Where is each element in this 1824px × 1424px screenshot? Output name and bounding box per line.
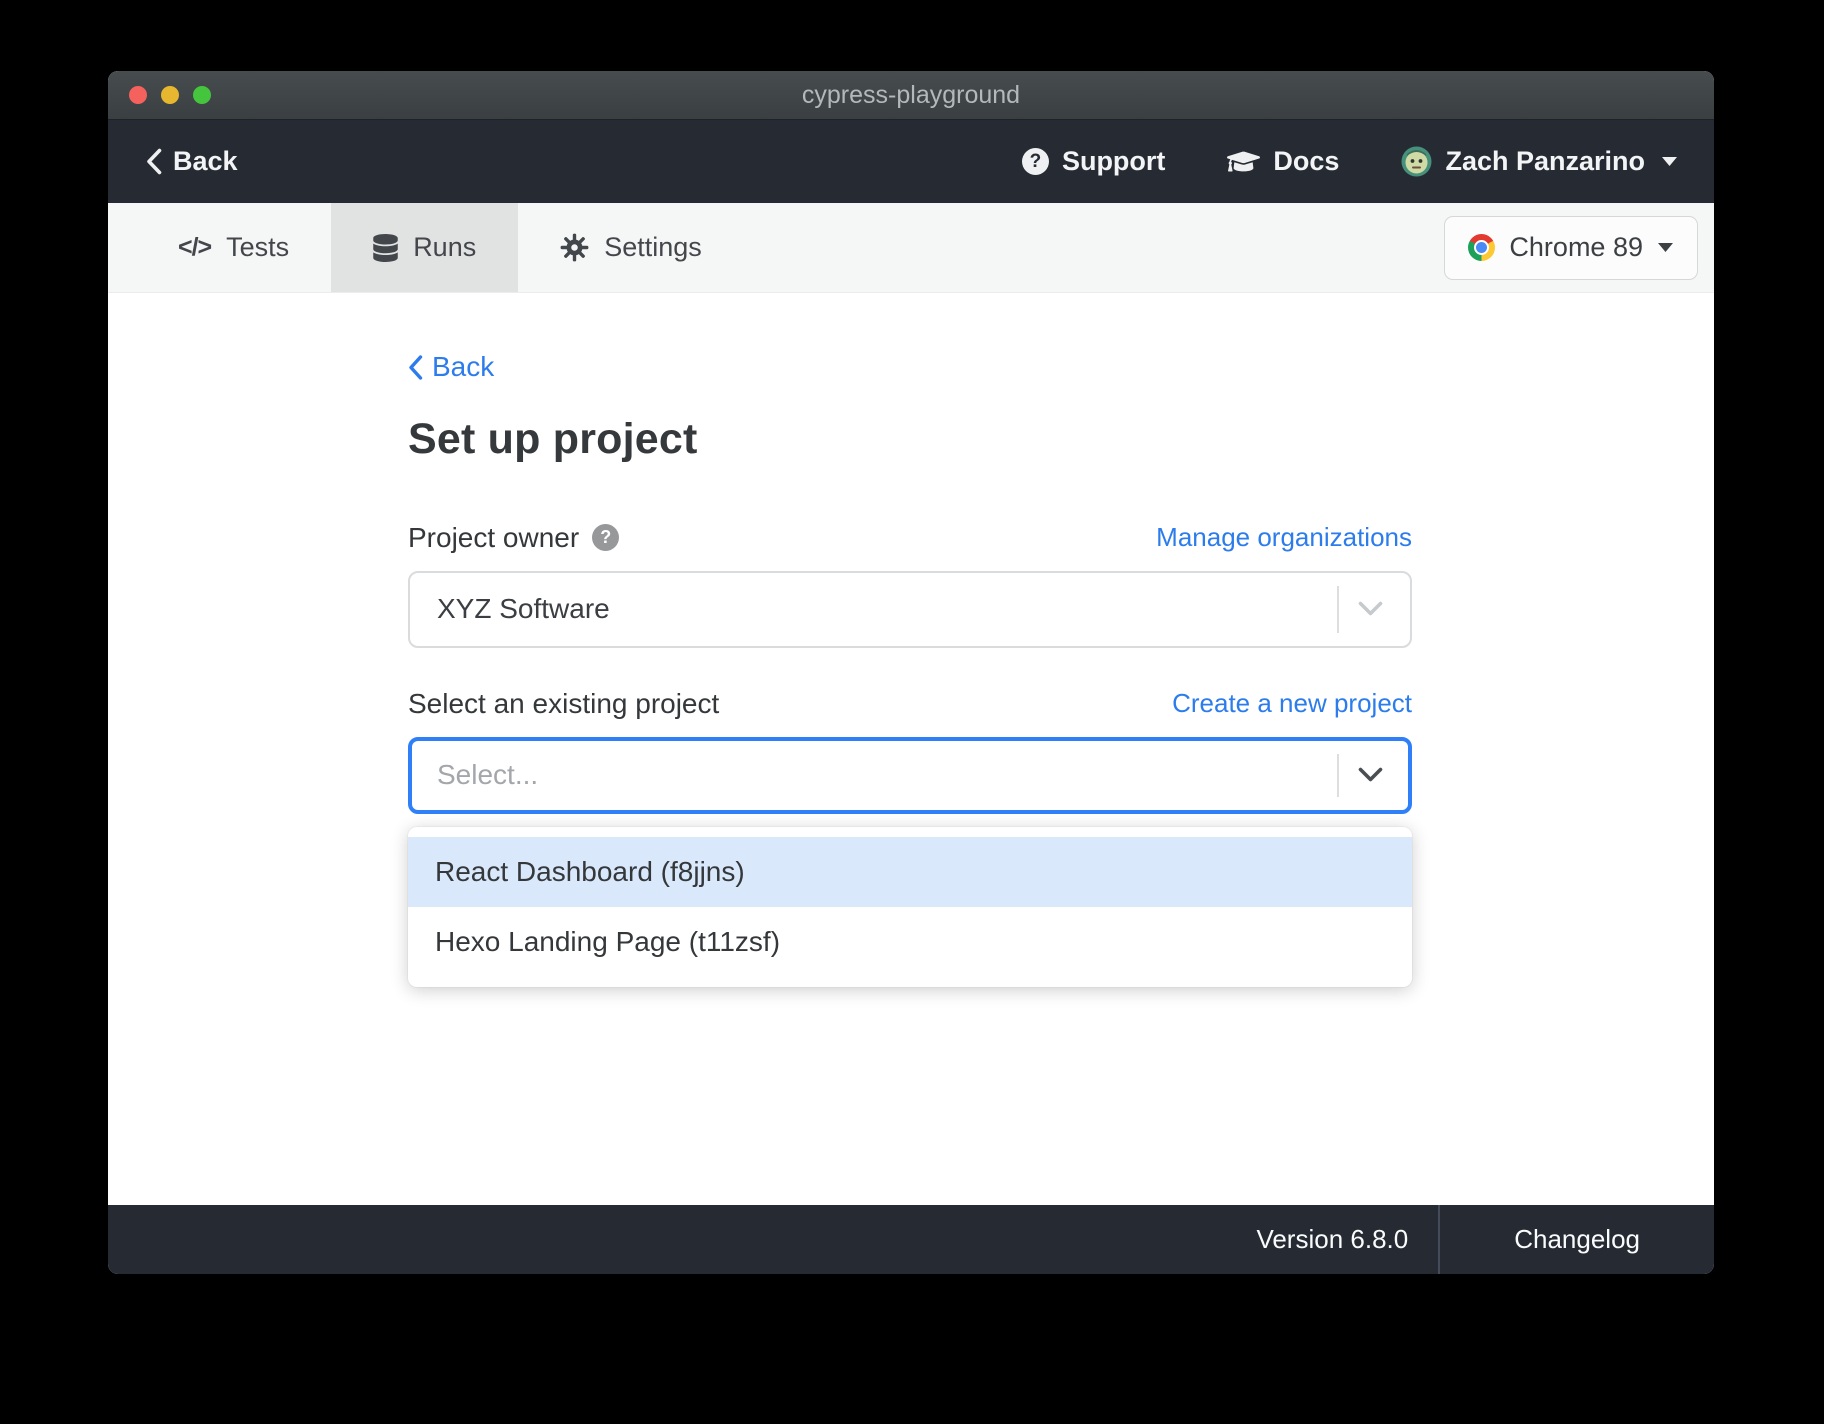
gear-icon bbox=[560, 233, 589, 262]
tab-settings[interactable]: Settings bbox=[518, 203, 744, 292]
support-label: Support bbox=[1062, 146, 1165, 177]
tab-runs-label: Runs bbox=[413, 232, 476, 263]
tab-tests[interactable]: </> Tests bbox=[136, 203, 331, 292]
chrome-icon bbox=[1468, 234, 1495, 261]
tab-runs[interactable]: Runs bbox=[331, 203, 518, 292]
question-circle-icon: ? bbox=[1022, 148, 1049, 175]
manage-organizations-link[interactable]: Manage organizations bbox=[1156, 522, 1412, 553]
titlebar: cypress-playground bbox=[108, 71, 1714, 120]
option-react-dashboard[interactable]: React Dashboard (f8jjns) bbox=[408, 837, 1412, 907]
back-link[interactable]: Back bbox=[408, 351, 494, 383]
traffic-lights bbox=[129, 71, 211, 119]
tab-settings-label: Settings bbox=[604, 232, 702, 263]
app-window: cypress-playground Back ? Support Docs bbox=[108, 71, 1714, 1274]
project-owner-label-text: Project owner bbox=[408, 522, 579, 554]
option-hexo-landing-page[interactable]: Hexo Landing Page (t11zsf) bbox=[408, 907, 1412, 977]
tab-bar: </> Tests Runs bbox=[108, 203, 1714, 293]
support-button[interactable]: ? Support bbox=[1022, 146, 1165, 177]
close-window-button[interactable] bbox=[129, 86, 147, 104]
existing-project-label: Select an existing project bbox=[408, 688, 719, 720]
select-divider bbox=[1337, 586, 1339, 633]
create-new-project-link[interactable]: Create a new project bbox=[1172, 688, 1412, 719]
changelog-button[interactable]: Changelog bbox=[1440, 1205, 1714, 1274]
zombie-avatar bbox=[1401, 146, 1432, 177]
project-owner-value: XYZ Software bbox=[437, 593, 610, 625]
chevron-left-icon bbox=[408, 355, 423, 380]
help-circle-icon[interactable]: ? bbox=[592, 524, 619, 551]
back-link-label: Back bbox=[432, 351, 494, 383]
user-name-label: Zach Panzarino bbox=[1445, 146, 1645, 177]
chevron-down-icon bbox=[1358, 601, 1383, 617]
browser-label: Chrome 89 bbox=[1509, 232, 1643, 263]
version-label: Version 6.8.0 bbox=[1256, 1224, 1408, 1255]
existing-project-select[interactable]: Select... bbox=[408, 737, 1412, 814]
select-divider bbox=[1337, 754, 1339, 797]
docs-button[interactable]: Docs bbox=[1227, 146, 1339, 177]
project-owner-select[interactable]: XYZ Software bbox=[408, 571, 1412, 648]
chevron-down-icon bbox=[1358, 767, 1383, 783]
project-owner-label: Project owner ? bbox=[408, 522, 619, 554]
app-navbar: Back ? Support Docs bbox=[108, 120, 1714, 203]
window-title: cypress-playground bbox=[802, 81, 1020, 110]
docs-label: Docs bbox=[1273, 146, 1339, 177]
zoom-window-button[interactable] bbox=[193, 86, 211, 104]
tab-tests-label: Tests bbox=[226, 232, 289, 263]
caret-down-icon bbox=[1657, 242, 1674, 253]
minimize-window-button[interactable] bbox=[161, 86, 179, 104]
caret-down-icon bbox=[1661, 156, 1678, 167]
nav-back-button[interactable]: Back bbox=[146, 146, 238, 177]
main-panel: Back Set up project Project owner ? Mana… bbox=[108, 293, 1714, 1205]
existing-project-placeholder: Select... bbox=[437, 759, 538, 791]
app-footer: Version 6.8.0 Changelog bbox=[108, 1205, 1714, 1274]
database-icon bbox=[373, 234, 398, 262]
code-icon: </> bbox=[178, 233, 211, 262]
user-menu-button[interactable]: Zach Panzarino bbox=[1401, 146, 1678, 177]
navbar-right: ? Support Docs bbox=[1022, 146, 1678, 177]
page-title: Set up project bbox=[408, 415, 1412, 464]
project-options-menu: React Dashboard (f8jjns) Hexo Landing Pa… bbox=[408, 827, 1412, 987]
browser-select[interactable]: Chrome 89 bbox=[1444, 216, 1698, 280]
graduation-cap-icon bbox=[1227, 148, 1260, 175]
nav-back-label: Back bbox=[173, 146, 238, 177]
chevron-left-icon bbox=[146, 148, 162, 175]
changelog-label: Changelog bbox=[1514, 1224, 1640, 1255]
